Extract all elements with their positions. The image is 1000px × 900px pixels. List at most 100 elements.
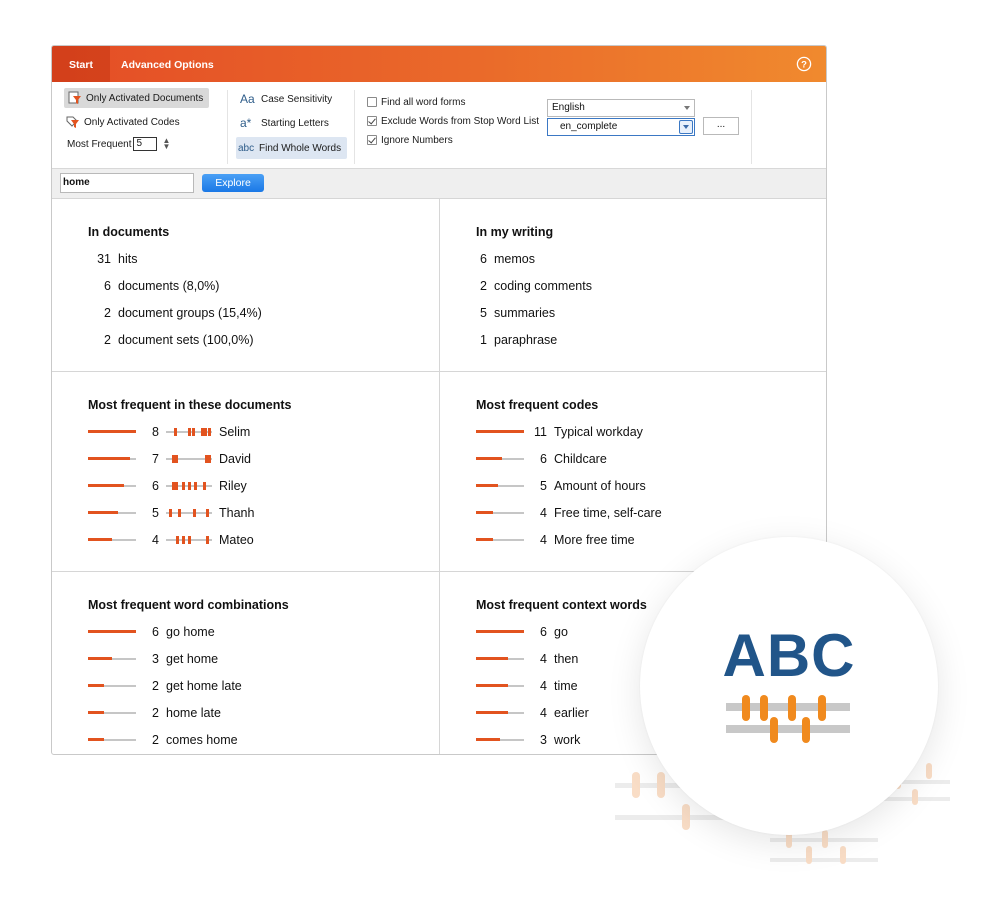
- list-item[interactable]: 6 go home: [88, 624, 215, 640]
- hit-tick: [192, 428, 195, 436]
- panel-title: In my writing: [476, 225, 554, 239]
- hit-tick: [169, 509, 172, 517]
- only-activated-documents-label: Only Activated Documents: [86, 92, 204, 104]
- starting-letters-icon: a*: [240, 116, 252, 130]
- explore-button[interactable]: Explore: [202, 174, 264, 192]
- ignore-numbers-option[interactable]: Ignore Numbers: [367, 133, 453, 147]
- exclude-stop-words-label: Exclude Words from Stop Word List: [381, 115, 540, 127]
- list-item[interactable]: 5 Thanh: [88, 505, 254, 521]
- hit-distribution-icon: [166, 478, 212, 494]
- list-item[interactable]: 4 Free time, self-care: [476, 505, 662, 521]
- hit-tick: [175, 482, 178, 490]
- frequency-bar: [476, 424, 524, 440]
- list-item[interactable]: 4 then: [476, 651, 578, 667]
- hit-tick: [208, 455, 211, 463]
- list-item[interactable]: 6 Childcare: [476, 451, 607, 467]
- frequency-bar: [476, 651, 524, 667]
- frequency-bar: [88, 705, 136, 721]
- hit-tick: [176, 536, 179, 544]
- frequency-bar: [476, 678, 524, 694]
- hit-tick: [188, 482, 191, 490]
- hit-tick: [193, 509, 196, 517]
- list-item: 1 paraphrase: [480, 333, 558, 347]
- ribbon-tab-bar: Start Advanced Options ?: [52, 46, 826, 82]
- exclude-stop-words-option[interactable]: Exclude Words from Stop Word List: [367, 114, 539, 128]
- panel-word-combinations: Most frequent word combinations 6 go hom…: [52, 572, 440, 754]
- most-frequent-control: Most Frequent 5 ▲ ▼: [67, 136, 170, 152]
- list-item: 2 document sets (100,0%): [104, 333, 254, 347]
- hit-tick: [206, 509, 209, 517]
- list-item[interactable]: 4 More free time: [476, 532, 635, 548]
- ribbon-separator: [751, 90, 752, 164]
- panel-title: Most frequent in these documents: [88, 398, 292, 412]
- only-activated-codes-toggle[interactable]: Only Activated Codes: [66, 113, 180, 131]
- stop-word-list-select[interactable]: en_complete: [547, 118, 695, 136]
- list-item: 2 coding comments: [480, 279, 592, 293]
- panel-in-my-writing: In my writing 6 memos 2 coding comments 5s…: [440, 199, 826, 372]
- dropdown-arrow-icon[interactable]: [679, 120, 693, 134]
- find-all-word-forms-checkbox[interactable]: [367, 97, 377, 107]
- filter-document-icon: [68, 91, 81, 104]
- list-item[interactable]: 8 Selim: [88, 424, 250, 440]
- starting-letters-toggle[interactable]: a* Starting Letters: [236, 113, 333, 133]
- ignore-numbers-checkbox[interactable]: [367, 135, 377, 145]
- hit-tick: [175, 455, 178, 463]
- hit-tick: [174, 428, 177, 436]
- frequency-bar: [88, 478, 136, 494]
- list-item[interactable]: 3 get home: [88, 651, 218, 667]
- list-item[interactable]: 7 David: [88, 451, 251, 467]
- find-all-word-forms-option[interactable]: Find all word forms: [367, 95, 465, 109]
- hit-tick: [178, 509, 181, 517]
- language-select[interactable]: English: [547, 99, 695, 117]
- case-sensitivity-toggle[interactable]: Aa Case Sensitivity: [236, 89, 336, 109]
- frequency-bar: [476, 478, 524, 494]
- list-item[interactable]: 11 Typical workday: [476, 424, 643, 440]
- find-all-word-forms-label: Find all word forms: [381, 96, 466, 108]
- search-input[interactable]: home: [60, 173, 194, 193]
- frequency-bar: [88, 624, 136, 640]
- tab-start[interactable]: Start: [52, 46, 110, 82]
- list-item: 2 document groups (15,4%): [104, 306, 262, 320]
- language-select-value: English: [552, 102, 585, 113]
- list-item[interactable]: 3 work: [476, 732, 580, 748]
- list-item[interactable]: 2 comes home: [88, 732, 238, 748]
- svg-text:?: ?: [801, 59, 807, 70]
- stop-word-list-more-button[interactable]: ...: [703, 117, 739, 135]
- hit-distribution-icon: [166, 505, 212, 521]
- list-item: 31 hits: [97, 252, 138, 266]
- frequency-bar: [88, 424, 136, 440]
- frequency-bar: [88, 532, 136, 548]
- find-whole-words-toggle[interactable]: abc Find Whole Words: [236, 137, 348, 159]
- list-item[interactable]: 4 time: [476, 678, 578, 694]
- list-item[interactable]: 5 Amount of hours: [476, 478, 646, 494]
- exclude-stop-words-checkbox[interactable]: [367, 116, 377, 126]
- help-icon[interactable]: ?: [796, 56, 812, 72]
- hit-tick: [188, 536, 191, 544]
- only-activated-documents-toggle[interactable]: Only Activated Documents: [64, 88, 210, 108]
- tab-advanced-options[interactable]: Advanced Options: [121, 46, 214, 82]
- list-item[interactable]: 2 get home late: [88, 678, 242, 694]
- frequency-bar: [476, 624, 524, 640]
- list-item: 5 summaries: [480, 306, 556, 320]
- ribbon-separator: [354, 90, 355, 164]
- frequency-bar: [476, 532, 524, 548]
- frequency-bar: [88, 451, 136, 467]
- ribbon-options: Only Activated Documents Only Activated …: [52, 82, 826, 169]
- find-whole-words-label: Find Whole Words: [259, 142, 342, 154]
- frequency-bar: [476, 451, 524, 467]
- spinner-icon[interactable]: ▲ ▼: [162, 137, 171, 151]
- panel-title: Most frequent word combinations: [88, 598, 289, 612]
- most-frequent-input[interactable]: 5: [133, 137, 158, 151]
- list-item[interactable]: 2 home late: [88, 705, 221, 721]
- hit-tick: [188, 428, 191, 436]
- list-item[interactable]: 4 earlier: [476, 705, 589, 721]
- badge-text: ABC: [722, 622, 856, 689]
- most-frequent-label: Most Frequent: [67, 138, 132, 150]
- ignore-numbers-label: Ignore Numbers: [381, 134, 453, 146]
- hit-distribution-icon: [166, 532, 212, 548]
- list-item[interactable]: 4 Mateo: [88, 532, 254, 548]
- list-item[interactable]: 6 Riley: [88, 478, 247, 494]
- starting-letters-label: Starting Letters: [261, 117, 329, 129]
- hit-tick: [182, 482, 185, 490]
- list-item[interactable]: 6 go: [476, 624, 568, 640]
